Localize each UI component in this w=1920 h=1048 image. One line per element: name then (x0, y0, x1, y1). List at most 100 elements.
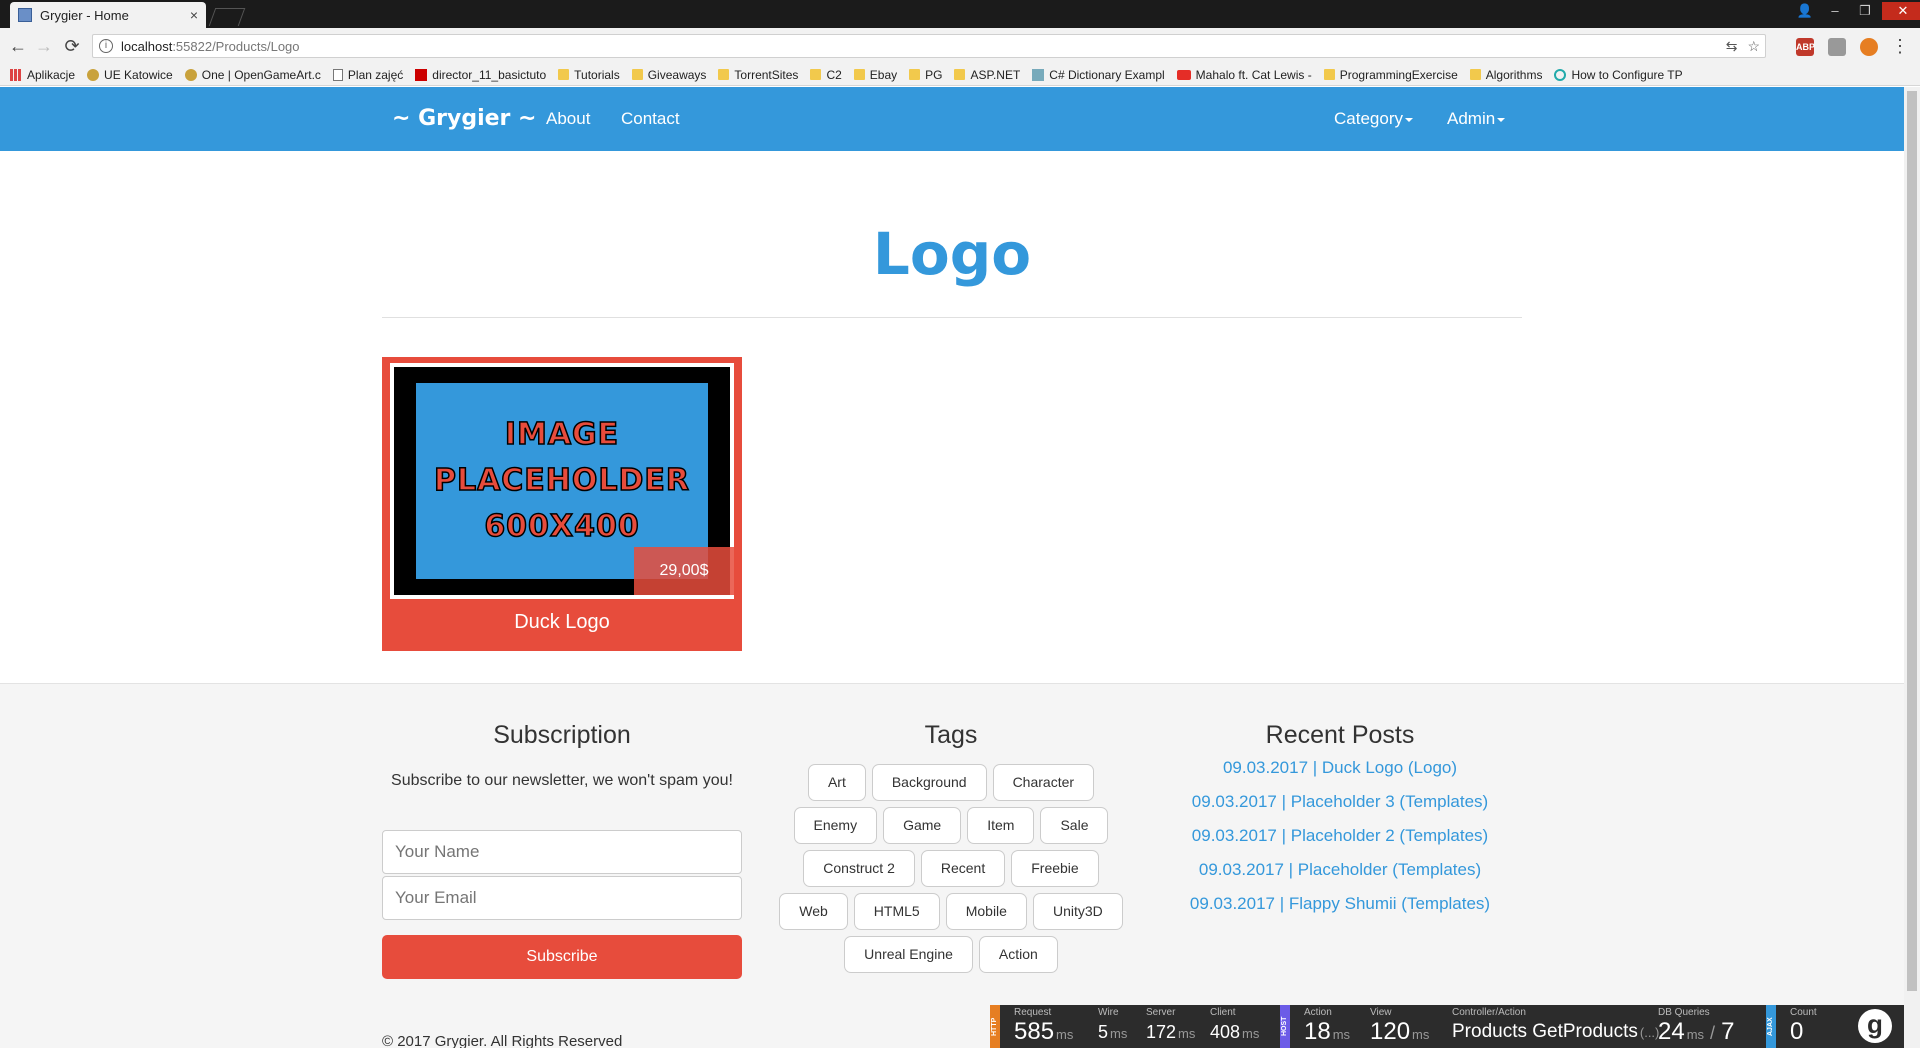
acrobat-icon (415, 68, 428, 81)
bookmark-item[interactable]: PG (909, 68, 942, 82)
tag-button[interactable]: Construct 2 (803, 850, 915, 887)
name-input[interactable] (382, 830, 742, 874)
bookmark-label: How to Configure TP (1571, 67, 1683, 82)
bookmark-item[interactable]: director_11_basictuto (415, 68, 546, 82)
glimpse-wire[interactable]: Wire 5 ms (1098, 1007, 1127, 1046)
tag-button[interactable]: Unreal Engine (844, 936, 973, 973)
tab-title: Grygier - Home (40, 7, 129, 23)
site-footer: Subscription Subscribe to our newsletter… (0, 683, 1904, 1048)
bookmark-item[interactable]: ProgrammingExercise (1323, 68, 1458, 82)
page-icon (332, 68, 343, 81)
tag-button[interactable]: Background (871, 764, 987, 801)
glimpse-value: 24 (1658, 1018, 1685, 1045)
scrollbar-thumb[interactable] (1907, 91, 1917, 991)
tab-close-icon[interactable]: × (190, 7, 198, 23)
recent-post-link[interactable]: 09.03.2017 | Placeholder 2 (Templates) (1160, 826, 1520, 846)
tag-button[interactable]: Web (779, 893, 848, 930)
bookmark-item[interactable]: ASP.NET (954, 68, 1020, 82)
folder-icon (1469, 69, 1481, 80)
new-tab-button[interactable] (208, 8, 246, 26)
bookmark-item[interactable]: TorrentSites (718, 68, 798, 82)
browser-tab[interactable]: Grygier - Home × (10, 2, 206, 28)
glimpse-label: View (1370, 1007, 1392, 1018)
extension-icon[interactable] (1828, 38, 1846, 56)
glimpse-server[interactable]: Server 172 ms (1146, 1007, 1195, 1046)
recent-post-link[interactable]: 09.03.2017 | Placeholder 3 (Templates) (1160, 792, 1520, 812)
product-name[interactable]: Duck Logo (382, 611, 742, 634)
tag-button[interactable]: Mobile (945, 893, 1027, 930)
folder-icon (954, 69, 966, 80)
recent-post-link[interactable]: 09.03.2017 | Duck Logo (Logo) (1160, 758, 1520, 778)
recent-posts-title: Recent Posts (1265, 721, 1415, 749)
glimpse-label: Controller/Action (1452, 1007, 1526, 1018)
recent-post-link[interactable]: 09.03.2017 | Flappy Shumii (Templates) (1160, 894, 1520, 914)
glimpse-unit: ms (1056, 1027, 1074, 1042)
placeholder-line: IMAGE (504, 416, 620, 453)
tag-button[interactable]: Sale (1040, 807, 1109, 844)
bookmark-item[interactable]: How to Configure TP (1554, 67, 1683, 82)
browser-menu-icon[interactable]: ⋮ (1890, 36, 1910, 57)
profile-icon[interactable]: 👤 (1792, 2, 1818, 20)
tag-button[interactable]: Freebie (1011, 850, 1099, 887)
placeholder-line: PLACEHOLDER (433, 462, 691, 499)
nav-category-dropdown[interactable]: Category (1334, 109, 1413, 129)
tag-button[interactable]: Unity3D (1032, 893, 1123, 930)
minimize-button[interactable]: – (1822, 2, 1848, 20)
tag-button[interactable]: Recent (920, 850, 1006, 887)
site-brand[interactable]: ~ Grygier ~ (392, 106, 537, 131)
tag-button[interactable]: Enemy (793, 807, 878, 844)
bookmark-item[interactable]: Giveaways (631, 68, 706, 82)
glimpse-request[interactable]: Request 585 ms (1014, 1007, 1073, 1046)
translate-icon[interactable]: ⇆ (1726, 38, 1738, 55)
bookmark-label: C2 (826, 67, 842, 82)
bookmark-item[interactable]: One | OpenGameArt.c (184, 68, 321, 82)
nav-contact[interactable]: Contact (621, 109, 680, 129)
tag-button[interactable]: Game (883, 807, 962, 844)
reload-icon[interactable]: ⟳ (62, 36, 82, 57)
recent-post-link[interactable]: 09.03.2017 | Placeholder (Templates) (1160, 860, 1520, 880)
nav-admin-dropdown[interactable]: Admin (1447, 109, 1506, 129)
tag-button[interactable]: Action (978, 936, 1058, 973)
subscribe-button[interactable]: Subscribe (382, 935, 742, 979)
page-scrollbar[interactable] (1904, 87, 1920, 1048)
address-bar[interactable]: i localhost:55822/Products/Logo (92, 34, 1766, 58)
product-card[interactable]: IMAGE PLACEHOLDER 600X400 29,00$ Duck Lo… (382, 357, 742, 651)
site-info-icon[interactable]: i (99, 39, 113, 53)
tag-button[interactable]: Character (992, 764, 1095, 801)
glimpse-db-queries[interactable]: DB Queries 24 ms /7 (1658, 1007, 1734, 1046)
glimpse-controller-action[interactable]: Controller/Action Products GetProducts (..… (1452, 1007, 1659, 1046)
bookmark-item[interactable]: Mahalo ft. Cat Lewis - (1176, 68, 1312, 82)
bookmark-star-icon[interactable]: ☆ (1747, 38, 1760, 55)
bookmark-item[interactable]: Plan zajęć (332, 68, 403, 82)
bookmark-item[interactable]: Aplikacje (10, 68, 75, 82)
close-window-button[interactable]: ✕ (1882, 2, 1920, 20)
tag-button[interactable]: Item (967, 807, 1035, 844)
extension-icon[interactable] (1860, 38, 1878, 56)
glimpse-value: 585 (1014, 1018, 1055, 1045)
page-viewport: ~ Grygier ~ About Contact Category Admin… (0, 87, 1904, 1048)
restore-button[interactable]: ❐ (1852, 2, 1878, 20)
bookmark-item[interactable]: Tutorials (558, 68, 620, 82)
bookmark-label: TorrentSites (734, 67, 799, 82)
glimpse-ajax-count[interactable]: Count 0 (1790, 1007, 1817, 1046)
bookmark-label: Aplikacje (27, 67, 76, 82)
adblock-extension-icon[interactable]: ABP (1796, 38, 1815, 56)
back-icon[interactable]: ← (8, 36, 28, 57)
forward-icon[interactable]: → (34, 36, 54, 57)
glimpse-client[interactable]: Client 408 ms (1210, 1007, 1259, 1046)
glimpse-view[interactable]: View 120 ms (1370, 1007, 1429, 1046)
bookmark-item[interactable]: C# Dictionary Exampl (1032, 68, 1165, 82)
glimpse-action[interactable]: Action 18 ms (1304, 1007, 1350, 1046)
folder-icon (810, 69, 822, 80)
bookmark-item[interactable]: C2 (810, 67, 842, 82)
glimpse-value: 18 (1304, 1018, 1331, 1045)
nav-about[interactable]: About (546, 109, 590, 129)
email-input[interactable] (382, 876, 742, 920)
bookmark-item[interactable]: Ebay (853, 68, 897, 82)
glimpse-value: 120 (1370, 1018, 1411, 1045)
tag-button[interactable]: Art (807, 764, 866, 801)
bookmark-item[interactable]: UE Katowice (87, 68, 173, 82)
bookmark-item[interactable]: Algorithms (1469, 68, 1542, 82)
tag-button[interactable]: HTML5 (853, 893, 940, 930)
glimpse-logo-icon[interactable]: g (1858, 1009, 1892, 1043)
